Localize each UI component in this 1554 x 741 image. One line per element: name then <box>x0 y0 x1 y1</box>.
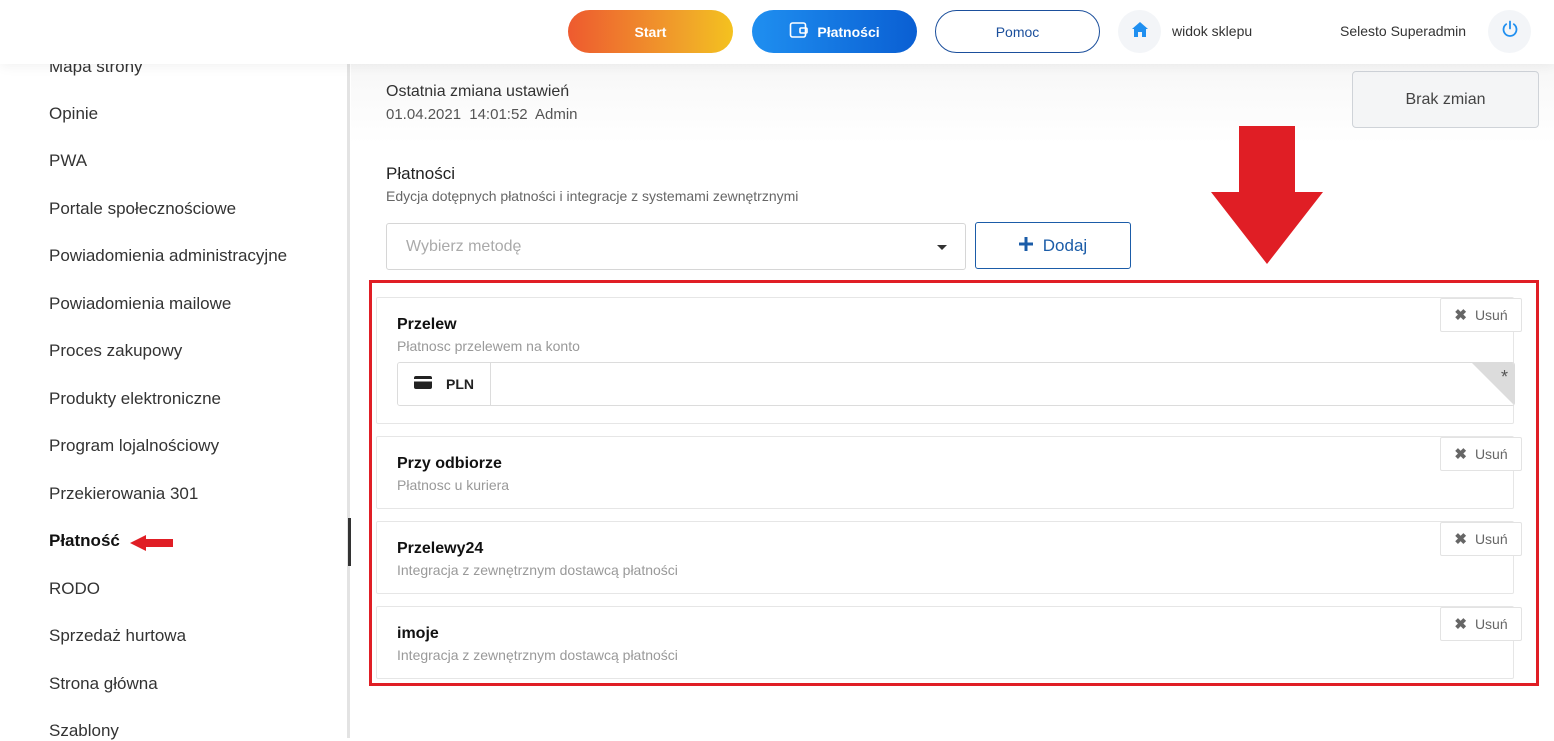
sidebar-item-home-page[interactable]: Strona główna <box>49 674 158 694</box>
payment-name: imoje <box>397 625 439 642</box>
last-change-meta: 01.04.2021 14:01:52 Admin <box>386 106 578 123</box>
remove-button[interactable]: ✖ Usuń <box>1440 522 1522 556</box>
logout-button[interactable] <box>1488 10 1531 53</box>
annotation-arrow-left <box>130 535 174 556</box>
sidebar-item-purchase-process[interactable]: Proces zakupowy <box>49 341 182 361</box>
payments-section-title: Płatności <box>386 164 455 183</box>
payment-description: Integracja z zewnętrznym dostawcą płatno… <box>397 647 678 663</box>
main-content: Ostatnia zmiana ustawień 01.04.2021 14:0… <box>351 64 1554 738</box>
required-marker: * <box>1500 367 1508 387</box>
last-change-user: Admin <box>534 106 578 123</box>
add-payment-button[interactable]: Dodaj <box>975 222 1131 269</box>
remove-label: Usuń <box>1474 531 1508 547</box>
power-icon <box>1501 20 1519 43</box>
close-icon: ✖ <box>1454 446 1467 463</box>
start-button-label: Start <box>634 23 667 40</box>
currency-addon: PLN <box>398 363 491 405</box>
sidebar-item-pwa[interactable]: PWA <box>49 151 87 171</box>
top-bar: Start Płatności Pomoc widok sklepu Seles… <box>0 0 1554 64</box>
payment-description: Integracja z zewnętrznym dostawcą płatno… <box>397 562 678 578</box>
sidebar-item-social-portals[interactable]: Portale społecznościowe <box>49 199 236 219</box>
home-button[interactable] <box>1118 10 1161 53</box>
help-button[interactable]: Pomoc <box>935 10 1100 53</box>
help-button-label: Pomoc <box>995 23 1040 40</box>
credit-card-icon <box>414 376 432 392</box>
remove-button[interactable]: ✖ Usuń <box>1440 298 1522 332</box>
currency-code: PLN <box>446 376 474 392</box>
payment-name: Przelewy24 <box>397 540 484 557</box>
currency-input[interactable]: PLN * <box>397 362 1515 406</box>
sidebar-item-loyalty-program[interactable]: Program lojalnościowy <box>49 436 219 456</box>
payment-description: Płatnosc u kuriera <box>397 477 510 493</box>
payment-name: Przy odbiorze <box>397 455 502 472</box>
sidebar-item-mail-notifications[interactable]: Powiadomienia mailowe <box>49 294 231 314</box>
plus-icon <box>1018 236 1033 256</box>
no-changes-label: Brak zmian <box>1405 90 1486 108</box>
payments-section-subtitle: Edycja dotępnych płatności i integracje … <box>386 188 799 204</box>
payments-button[interactable]: Płatności <box>752 10 917 53</box>
remove-label: Usuń <box>1474 616 1508 632</box>
last-change-time: 14:01:52 <box>469 106 528 123</box>
start-button[interactable]: Start <box>568 10 733 53</box>
remove-button[interactable]: ✖ Usuń <box>1440 607 1522 641</box>
payments-highlight-frame: Przelew Płatnosc przelewem na konto ✖ Us… <box>369 280 1539 686</box>
caret-down-icon <box>937 245 947 250</box>
payment-card-przelewy24: Przelewy24 Integracja z zewnętrznym dost… <box>376 521 1522 594</box>
user-name: Selesto Superadmin <box>1340 23 1467 39</box>
annotation-arrow-down <box>1211 126 1323 271</box>
remove-label: Usuń <box>1474 446 1508 462</box>
sidebar-item-admin-notifications[interactable]: Powiadomienia administracyjne <box>49 246 287 266</box>
payment-method-select[interactable]: Wybierz metodę <box>386 223 966 270</box>
payment-card-imoje: imoje Integracja z zewnętrznym dostawcą … <box>376 606 1522 679</box>
payment-card-transfer: Przelew Płatnosc przelewem na konto ✖ Us… <box>376 297 1522 424</box>
shop-view-link[interactable]: widok sklepu <box>1172 23 1252 39</box>
payment-card-cod: Przy odbiorze Płatnosc u kuriera ✖ Usuń <box>376 436 1522 509</box>
home-icon <box>1131 21 1149 43</box>
no-changes-button[interactable]: Brak zmian <box>1352 71 1539 128</box>
payment-description: Płatnosc przelewem na konto <box>397 338 580 354</box>
add-payment-label: Dodaj <box>1042 235 1088 255</box>
payments-button-label: Płatności <box>817 23 880 40</box>
sidebar-item-redirects-301[interactable]: Przekierowania 301 <box>49 484 198 504</box>
payment-name: Przelew <box>397 316 457 333</box>
last-change-title: Ostatnia zmiana ustawień <box>386 83 570 100</box>
sidebar-item-payment[interactable]: Płatność <box>49 531 120 551</box>
payment-method-placeholder: Wybierz metodę <box>406 238 522 255</box>
close-icon: ✖ <box>1454 616 1467 633</box>
sidebar: Mapa strony Opinie PWA Portale społeczno… <box>0 0 350 741</box>
sidebar-item-electronic-products[interactable]: Produkty elektroniczne <box>49 389 221 409</box>
sidebar-item-reviews[interactable]: Opinie <box>49 104 98 124</box>
close-icon: ✖ <box>1454 531 1467 548</box>
sidebar-item-rodo[interactable]: RODO <box>49 579 100 599</box>
sidebar-item-wholesale[interactable]: Sprzedaż hurtowa <box>49 626 186 646</box>
close-icon: ✖ <box>1454 307 1467 324</box>
remove-label: Usuń <box>1474 307 1508 323</box>
sidebar-item-templates[interactable]: Szablony <box>49 721 119 741</box>
remove-button[interactable]: ✖ Usuń <box>1440 437 1522 471</box>
last-change-date: 01.04.2021 <box>386 106 462 123</box>
wallet-icon <box>789 21 809 42</box>
settings-header: Ostatnia zmiana ustawień 01.04.2021 14:0… <box>351 64 1554 144</box>
